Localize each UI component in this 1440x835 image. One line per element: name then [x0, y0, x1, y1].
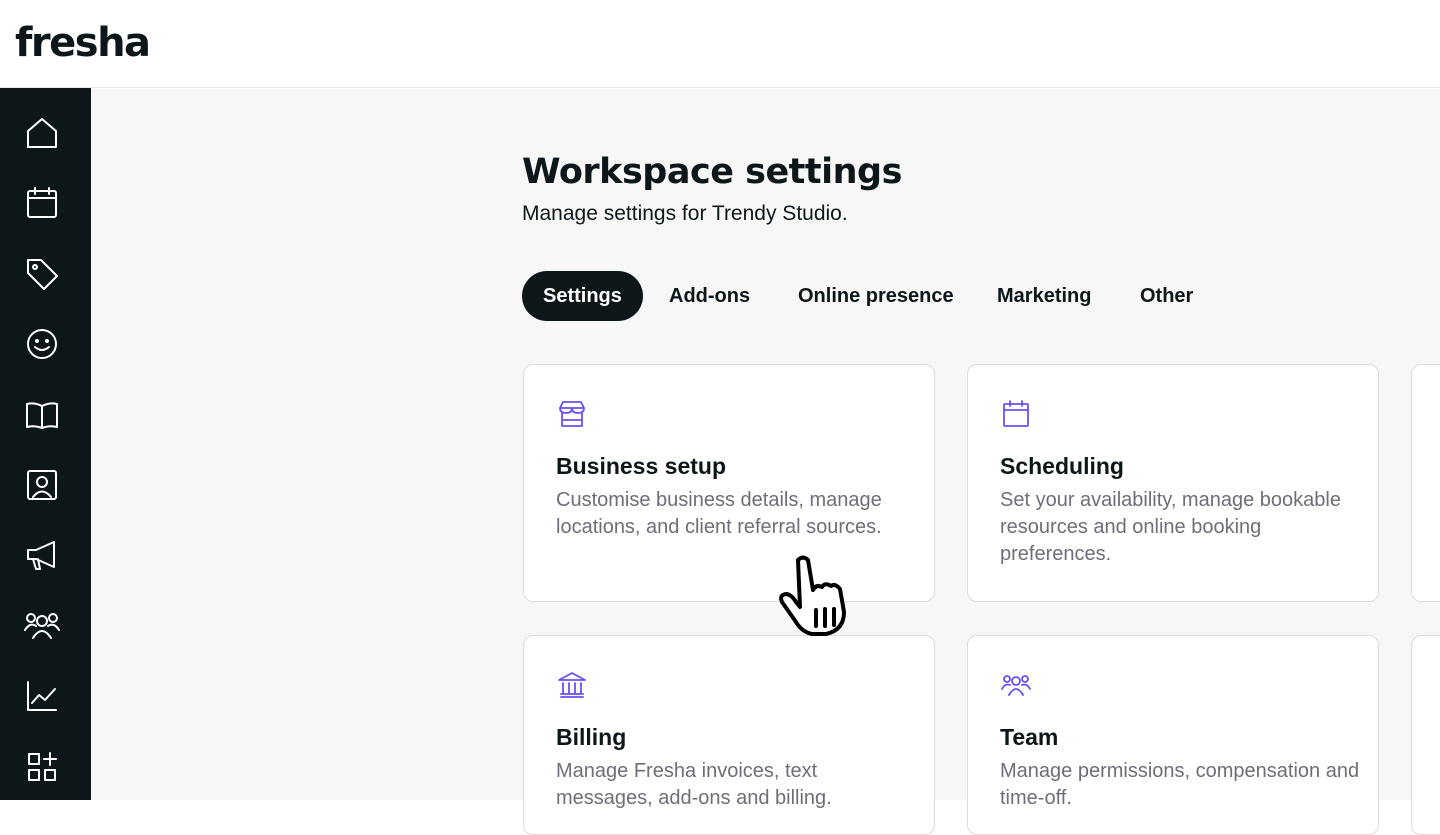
card-title: Scheduling [1000, 453, 1124, 479]
tag-icon [27, 259, 58, 290]
calendar-icon [1000, 398, 1032, 430]
calendar-icon [27, 187, 57, 218]
page-subtitle: Manage settings for Trendy Studio. [522, 202, 848, 225]
tab-other[interactable]: Other [1119, 271, 1214, 321]
card-description: Customise business details, manage locat… [556, 489, 882, 538]
card-scheduling[interactable]: Scheduling Set your availability, manage… [967, 364, 1379, 602]
card-partial[interactable] [1411, 364, 1440, 602]
page-title: Workspace settings [522, 152, 902, 192]
apps-icon [28, 752, 57, 781]
tab-settings[interactable]: Settings [522, 271, 643, 321]
bank-icon [556, 669, 588, 701]
card-business-setup[interactable]: Business setup Customise business detail… [523, 364, 935, 602]
store-icon [556, 398, 588, 430]
sidebar-item-team-directory[interactable] [0, 455, 91, 515]
smiley-icon [27, 329, 57, 359]
card-title: Billing [556, 724, 627, 750]
sidebar-item-home[interactable] [0, 103, 91, 163]
chart-icon [27, 681, 57, 711]
top-bar: fresha [0, 0, 1440, 88]
pointer-cursor-icon [770, 552, 852, 638]
sidebar-item-sales[interactable] [0, 244, 91, 304]
tab-online-presence[interactable]: Online presence [777, 271, 975, 321]
book-icon [26, 402, 58, 429]
tab-add-ons[interactable]: Add-ons [648, 271, 771, 321]
sidebar-item-catalog[interactable] [0, 385, 91, 445]
card-team[interactable]: Team Manage permissions, compensation an… [967, 635, 1379, 835]
sidebar-item-marketing[interactable] [0, 525, 91, 585]
contact-card-icon [27, 470, 57, 500]
card-description: Set your availability, manage bookable r… [1000, 489, 1341, 565]
sidebar-item-reports[interactable] [0, 666, 91, 726]
sidebar [0, 88, 91, 800]
home-icon [27, 118, 57, 148]
sidebar-item-calendar[interactable] [0, 173, 91, 233]
card-description: Manage Fresha invoices, text messages, a… [556, 760, 832, 809]
card-billing[interactable]: Billing Manage Fresha invoices, text mes… [523, 635, 935, 835]
megaphone-icon [27, 541, 55, 570]
team-icon [24, 613, 60, 639]
card-description: Manage permissions, compensation and tim… [1000, 760, 1360, 809]
card-partial[interactable] [1411, 635, 1440, 835]
sidebar-item-clients[interactable] [0, 314, 91, 374]
card-title: Business setup [556, 453, 726, 479]
sidebar-item-add-ons[interactable] [0, 737, 91, 797]
card-title: Team [1000, 724, 1059, 750]
sidebar-item-team[interactable] [0, 596, 91, 656]
tab-marketing[interactable]: Marketing [976, 271, 1112, 321]
team-icon [1000, 669, 1032, 701]
fresha-logo[interactable]: fresha [15, 20, 151, 66]
